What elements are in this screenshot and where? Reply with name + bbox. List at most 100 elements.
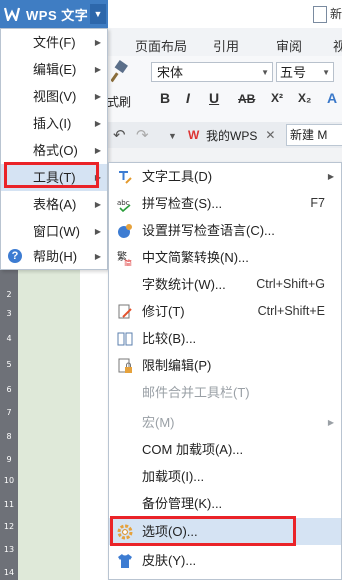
submenu-item-label: 宏(M) xyxy=(142,415,175,430)
spell-language-icon xyxy=(118,224,132,238)
chevron-right-icon: ▶ xyxy=(327,172,334,181)
submenu-item-addins[interactable]: 加载项(I)... xyxy=(109,463,341,490)
submenu-item-label: 备份管理(K)... xyxy=(142,496,223,511)
submenu-item-label: 皮肤(Y)... xyxy=(142,553,197,568)
ruler-number: 12 xyxy=(3,522,15,531)
submenu-item-spell-check[interactable]: abc 拼写检查(S)... F7 xyxy=(109,190,341,217)
restrict-edit-icon xyxy=(118,358,132,373)
submenu-item-backup-manager[interactable]: 备份管理(K)... xyxy=(109,490,341,517)
tab-my-wps-label: 我的WPS xyxy=(206,128,258,143)
svg-text:abc: abc xyxy=(117,199,130,207)
close-tab-icon[interactable]: ✕ xyxy=(265,128,275,142)
app-dropdown-arrow-icon[interactable]: ▼ xyxy=(90,4,106,24)
submenu-item-text-tools[interactable]: 文字工具(D) ▶ xyxy=(109,163,341,190)
track-changes-icon xyxy=(118,304,132,319)
menu-item-edit[interactable]: 编辑(E) ▶ xyxy=(1,56,107,83)
tab-new-document-label: 新建 M xyxy=(290,128,328,142)
submenu-item-skin[interactable]: 皮肤(Y)... xyxy=(109,547,341,574)
submenu-item-label: 文字工具(D) xyxy=(142,169,213,184)
app-menu-button[interactable]: WPS 文字 ▼ xyxy=(0,0,108,28)
underline-button[interactable]: U xyxy=(209,90,219,106)
menu-item-table[interactable]: 表格(A) ▶ xyxy=(1,191,107,218)
submenu-item-spell-language[interactable]: 设置拼写检查语言(C)... xyxy=(109,217,341,244)
app-main-menu: 文件(F) ▶ 编辑(E) ▶ 视图(V) ▶ 插入(I) ▶ 格式(O) ▶ … xyxy=(0,28,108,270)
submenu-item-restrict-edit[interactable]: 限制编辑(P) xyxy=(109,352,341,379)
menu-item-insert[interactable]: 插入(I) ▶ xyxy=(1,110,107,137)
font-name-value: 宋体 xyxy=(157,65,184,80)
tab-view[interactable]: 视 xyxy=(333,36,342,55)
submenu-item-macro: 宏(M) ▶ xyxy=(109,409,341,436)
submenu-item-label: COM 加载项(A)... xyxy=(142,442,244,457)
submenu-item-chinese-convert[interactable]: 繁 简 中文简繁转换(N)... xyxy=(109,244,341,271)
shortcut-label: F7 xyxy=(310,196,325,210)
wps-logo-icon xyxy=(4,7,20,21)
menu-item-label: 表格(A) xyxy=(33,197,77,212)
shortcut-label: Ctrl+Shift+E xyxy=(257,304,325,318)
submenu-item-label: 限制编辑(P) xyxy=(142,358,212,373)
tab-page-layout[interactable]: 页面布局 xyxy=(135,36,187,55)
strikethrough-button[interactable]: AB xyxy=(238,92,255,106)
chevron-right-icon: ▶ xyxy=(327,418,334,427)
menu-item-file[interactable]: 文件(F) ▶ xyxy=(1,29,107,56)
submenu-item-label: 中文简繁转换(N)... xyxy=(142,250,249,265)
tab-my-wps[interactable]: W 我的WPS ✕ xyxy=(188,125,275,145)
tab-references[interactable]: 引用 xyxy=(213,36,239,55)
submenu-item-com-addins[interactable]: COM 加载项(A)... xyxy=(109,436,341,463)
menu-item-format[interactable]: 格式(O) ▶ xyxy=(1,137,107,164)
wps-red-logo-icon: W xyxy=(188,128,200,142)
format-painter-icon[interactable] xyxy=(111,60,129,86)
menu-item-label: 文件(F) xyxy=(33,35,76,50)
svg-text:简: 简 xyxy=(124,258,132,266)
menu-item-label: 帮助(H) xyxy=(33,249,78,264)
ruler-number: 4 xyxy=(6,334,12,343)
ruler-number: 2 xyxy=(6,290,12,299)
document-icon xyxy=(313,6,327,23)
chevron-right-icon: ▶ xyxy=(94,65,101,74)
chevron-right-icon: ▶ xyxy=(94,173,101,182)
ruler-number: 3 xyxy=(6,309,12,318)
menu-item-label: 编辑(E) xyxy=(33,62,77,77)
ruler-number: 13 xyxy=(3,545,15,554)
superscript-button[interactable]: X² xyxy=(271,91,283,105)
shortcut-label: Ctrl+Shift+G xyxy=(256,277,325,291)
tab-list-dropdown-icon[interactable]: ▼ xyxy=(168,131,177,141)
bold-button[interactable]: B xyxy=(160,90,170,106)
menu-item-view[interactable]: 视图(V) ▶ xyxy=(1,83,107,110)
title-bar: WPS 文字 ▼ 新 xyxy=(0,0,342,28)
submenu-item-options[interactable]: 选项(O)... xyxy=(109,518,341,545)
redo-icon[interactable]: ↷ xyxy=(136,126,149,144)
help-icon: ? xyxy=(8,249,22,263)
tab-new-document[interactable]: 新建 M xyxy=(286,124,342,146)
chevron-right-icon: ▶ xyxy=(94,227,101,236)
menu-item-help[interactable]: ? 帮助(H) ▶ xyxy=(1,243,107,270)
options-gear-icon xyxy=(117,524,133,540)
ruler-number: 14 xyxy=(3,568,15,577)
ruler-number: 6 xyxy=(6,385,12,394)
font-size-value: 五号 xyxy=(280,65,307,80)
spell-check-icon: abc xyxy=(117,199,131,212)
font-name-select[interactable]: 宋体 ▼ xyxy=(151,62,273,82)
font-size-select[interactable]: 五号 ▼ xyxy=(276,62,334,82)
menu-item-label: 工具(T) xyxy=(33,170,76,185)
ruler-number: 7 xyxy=(6,408,12,417)
undo-icon[interactable]: ↶ xyxy=(113,126,126,144)
submenu-item-label: 字数统计(W)... xyxy=(142,277,226,292)
menu-item-label: 插入(I) xyxy=(33,116,72,131)
menu-item-tools[interactable]: 工具(T) ▶ xyxy=(1,164,107,191)
submenu-item-word-count[interactable]: 字数统计(W)... Ctrl+Shift+G xyxy=(109,271,341,298)
submenu-item-compare[interactable]: 比较(B)... xyxy=(109,325,341,352)
skin-shirt-icon xyxy=(118,554,132,568)
ruler-number: 8 xyxy=(6,432,12,441)
chevron-right-icon: ▶ xyxy=(94,146,101,155)
text-tools-icon xyxy=(119,171,132,184)
chevron-down-icon: ▼ xyxy=(322,68,330,77)
submenu-item-track-changes[interactable]: 修订(T) Ctrl+Shift+E xyxy=(109,298,341,325)
menu-item-window[interactable]: 窗口(W) ▶ xyxy=(1,218,107,245)
font-color-button[interactable]: A xyxy=(327,90,337,106)
submenu-item-mail-merge-toolbar: 邮件合并工具栏(T) xyxy=(109,379,341,406)
tab-review[interactable]: 审阅 xyxy=(276,36,302,55)
submenu-item-label: 选项(O)... xyxy=(142,524,198,539)
subscript-button[interactable]: X₂ xyxy=(298,91,311,105)
italic-button[interactable]: I xyxy=(186,90,190,106)
submenu-item-label: 拼写检查(S)... xyxy=(142,196,223,211)
